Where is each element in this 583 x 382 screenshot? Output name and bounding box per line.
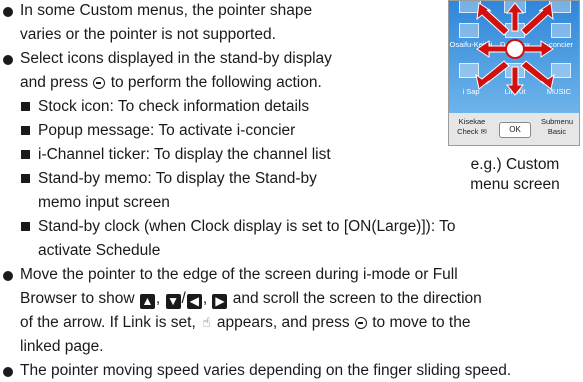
hand-pointer-icon: ☝ [202,314,211,330]
softkey-kisekae[interactable]: Kisekae [453,117,491,126]
softkey-basic[interactable]: Basic [537,127,577,136]
bullet-3-line-2-d: , [202,290,212,307]
bullet-4-line-1: The pointer moving speed varies dependin… [20,362,512,379]
arrow-up-left-icon [476,2,510,36]
bullet-3-line-3-c: to move to the [367,314,471,331]
sub-bullet-square [21,102,30,111]
bullet-3-line-2-a: Browser to show [20,290,139,307]
bullet-3-line-1: Move the pointer to the edge of the scre… [20,266,458,283]
bullet-1-line-2: varies or the pointer is not supported. [20,26,276,43]
bullet-dot [3,7,13,17]
manual-page: In some Custom menus, the pointer shape … [0,0,583,382]
bullet-dot [3,271,13,281]
left-arrow-key-icon: ◀ [186,294,202,309]
softkey-submenu[interactable]: Submenu [537,117,577,126]
right-arrow-key-icon: ▶ [212,294,228,309]
bullet-3-line-3-b: appears, and press [212,314,354,331]
caption-line-2: menu screen [470,176,560,193]
arrow-left-icon [476,40,508,58]
bullet-2-line-2: and press to perform the following actio… [20,72,322,93]
arrow-down-icon [505,66,525,96]
center-key-icon [354,317,367,329]
softkey-ok[interactable]: OK [499,122,531,138]
center-key-icon [93,77,106,89]
bullet-2-line-2-b: to perform the following action. [106,74,322,91]
bullet-3-line-2: Browser to show ▲, ▼ / ◀, ▶ and scroll the… [20,288,482,309]
sub-bullet-square [21,174,30,183]
bullet-2-line-1: Select icons displayed in the stand-by d… [20,50,332,67]
subitem-standby-memo-line-2: memo input screen [38,194,170,211]
pointer-center-icon [505,39,525,59]
arrow-up-icon [505,2,525,32]
bullet-3-line-2-e: and scroll the screen to the direction [228,290,482,307]
arrow-up-right-icon [520,2,554,36]
custom-menu-screenshot: Osaifu-Keitai Data box i-concier i Sap L… [448,0,580,146]
sub-bullet-square [21,222,30,231]
arrow-down-left-icon [475,60,510,90]
bullet-3-line-4: linked page. [20,338,104,355]
bullet-dot [3,367,13,377]
arrow-down-right-icon [520,60,555,90]
figure-caption: e.g.) Custom menu screen [450,155,580,195]
subitem-ichannel-ticker: i-Channel ticker: To display the channel… [38,146,331,163]
sub-bullet-square [21,126,30,135]
bullet-3-line-3-a: of the arrow. If Link is set, [20,314,201,331]
subitem-standby-clock-line-1: Stand-by clock (when Clock display is se… [38,218,456,235]
bullet-2-line-2-a: and press [20,74,93,91]
bullet-1-line-1: In some Custom menus, the pointer shape [20,2,313,19]
down-arrow-key-icon: ▼ [165,294,181,309]
caption-line-1: e.g.) Custom [470,156,560,173]
subitem-popup-message: Popup message: To activate i-concier [38,122,296,139]
bullet-dot [3,55,13,65]
bullet-3-line-3: of the arrow. If Link is set, ☝ appears,… [20,312,470,333]
subitem-stock-icon: Stock icon: To check information details [38,98,310,115]
subitem-standby-clock-line-2: activate Schedule [38,242,161,259]
softkey-check[interactable]: Check ✉ [453,127,491,136]
arrow-right-icon [522,40,554,58]
bullet-3-line-2-b: , [155,290,165,307]
pointer-arrows-overlay [475,2,555,96]
subitem-standby-memo-line-1: Stand-by memo: To display the Stand-by [38,170,317,187]
bullet-3-line-2-c: / [181,290,186,307]
sub-bullet-square [21,150,30,159]
up-arrow-key-icon: ▲ [139,294,155,309]
